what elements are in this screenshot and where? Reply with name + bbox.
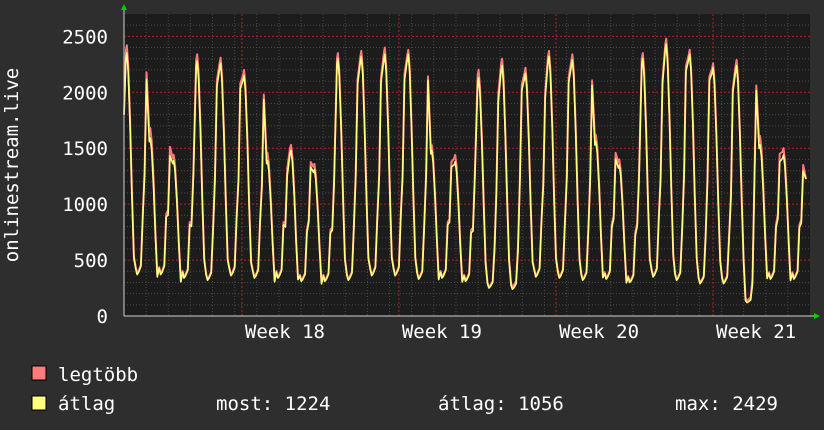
y-tick-label: 2000 [62,82,108,104]
x-tick-label: Week 19 [402,321,482,343]
x-tick-label: Week 21 [716,321,796,343]
legend-label-avg: átlag [58,393,115,415]
legend-swatch-max [31,365,47,381]
y-axis-label: onlinestream.live [1,68,23,262]
y-tick-label: 1500 [62,138,108,160]
legend-label-max: legtöbb [58,364,138,386]
chart-svg: 0 500 1000 1500 2000 2500 Week 18 Week 19 Week … [0,0,824,430]
y-tick-label: 500 [74,250,108,272]
legend-swatch-avg [31,395,47,411]
legend-now-value: most: 1224 [216,393,330,415]
x-tick-label: Week 18 [245,321,325,343]
legend-avg-value: átlag: 1056 [438,393,564,415]
y-tick-label: 2500 [62,26,108,48]
legend-max-value: max: 2429 [675,393,778,415]
x-tick-label: Week 20 [559,321,639,343]
y-tick-label: 0 [97,306,108,328]
y-tick-label: 1000 [62,194,108,216]
